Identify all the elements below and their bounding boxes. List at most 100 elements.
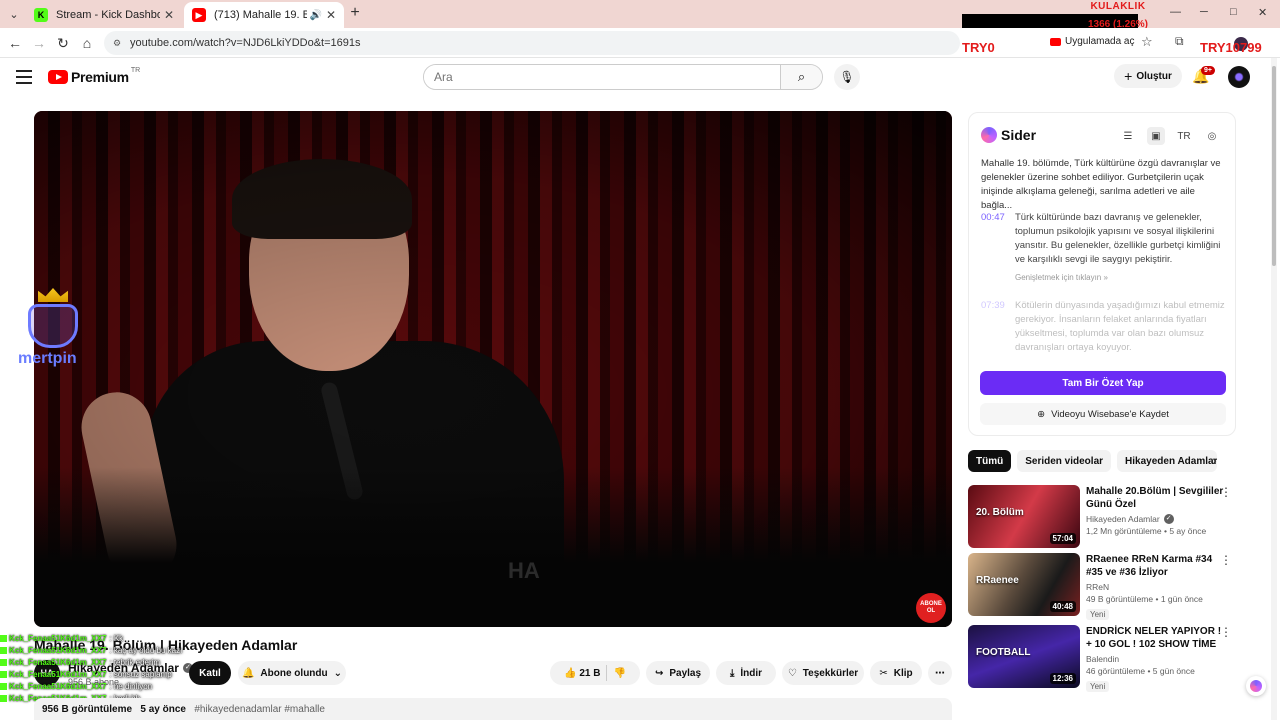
search-icon[interactable]: ⌕ xyxy=(780,65,822,89)
upload-age: 5 gün önce xyxy=(1152,666,1195,676)
minimize-icon[interactable]: — xyxy=(1170,6,1181,18)
channel-line: Hikayeden Adamlar ✓ xyxy=(1086,514,1224,524)
plus-icon: + xyxy=(1124,68,1133,84)
menu-icon[interactable] xyxy=(16,70,32,84)
address-bar[interactable]: ⚙ youtube.com/watch?v=NJD6LkiYDDo&t=1691… xyxy=(104,31,960,55)
home-icon[interactable]: ⌂ xyxy=(78,34,96,52)
save-label: Videoyu Wisebase'e Kaydet xyxy=(1051,408,1169,420)
list-view-icon[interactable]: ☰ xyxy=(1119,127,1137,145)
video-thumbnail[interactable]: RRaenee 40:48 xyxy=(968,553,1080,616)
close-window-icon[interactable]: ✕ xyxy=(1258,6,1267,19)
timestamp-text: Kötülerin dünyasında yaşadığımızı kabul … xyxy=(1015,300,1225,353)
like-button[interactable]: 👍 21 B xyxy=(564,668,600,679)
view-count: 1,2 Mn görüntüleme xyxy=(1086,526,1162,536)
download-label: İndir xyxy=(740,667,763,679)
extensions-icon[interactable]: ⧉ xyxy=(1175,34,1184,49)
recommended-video[interactable]: FOOTBALL 12:36 ENDRİCK NELER YAPIYOR ! +… xyxy=(968,625,1236,692)
logo-word: Premium xyxy=(71,69,129,85)
create-button[interactable]: + Oluştur xyxy=(1114,64,1182,88)
more-options-icon[interactable]: ⋮ xyxy=(1220,625,1232,639)
channel-name[interactable]: Hikayeden Adamlar xyxy=(1086,514,1160,524)
more-options-icon[interactable]: ⋮ xyxy=(1220,553,1232,567)
open-in-app-button[interactable]: Uygulamada aç xyxy=(1050,36,1134,47)
video-title[interactable]: ENDRİCK NELER YAPIYOR ! + 10 GOL ! 102 S… xyxy=(1086,625,1224,651)
download-button[interactable]: ⤓ İndir xyxy=(716,661,776,685)
tab-kick-dashboard[interactable]: K Stream - Kick Dashboard ✕ xyxy=(26,2,182,28)
more-options-icon[interactable]: ⋮ xyxy=(1220,485,1232,499)
reload-icon[interactable]: ↻ xyxy=(54,34,72,52)
speaker-icon[interactable]: 🔊 xyxy=(309,10,321,21)
thumbnail-label: RRaenee xyxy=(976,575,1019,586)
language-toggle[interactable]: TR xyxy=(1175,127,1193,145)
account-avatar[interactable] xyxy=(1228,66,1250,88)
microphone-icon[interactable]: 🎙 xyxy=(834,64,860,90)
timestamp-link[interactable]: 07:39 xyxy=(981,299,1005,313)
search-input[interactable] xyxy=(424,65,780,89)
expand-link[interactable]: Genişletmek için tıklayın » xyxy=(1015,271,1227,285)
sider-timestamp-item[interactable]: 07:39 Kötülerin dünyasında yaşadığımızı … xyxy=(981,299,1227,355)
video-title[interactable]: Mahalle 20.Bölüm | Sevgililer Günü Özel xyxy=(1086,485,1224,511)
recommended-video[interactable]: RRaenee 40:48 RRaenee RReN Karma #34 #35… xyxy=(968,553,1236,620)
close-icon[interactable]: ✕ xyxy=(164,8,174,22)
full-summary-button[interactable]: Tam Bir Özet Yap xyxy=(980,371,1226,395)
channel-line: Balendin xyxy=(1086,654,1224,664)
thanks-label: Teşekkürler xyxy=(802,667,859,679)
forward-icon[interactable]: → xyxy=(30,34,48,52)
more-actions-icon[interactable]: ⋯ xyxy=(928,661,952,685)
settings-icon[interactable]: ◎ xyxy=(1203,127,1221,145)
site-info-icon[interactable]: ⚙ xyxy=(110,36,124,50)
close-icon[interactable]: ✕ xyxy=(326,8,336,22)
heart-dollar-icon: ♡ xyxy=(787,667,797,679)
video-thumbnail[interactable]: 20. Bölüm 57:04 xyxy=(968,485,1080,548)
new-tab-button[interactable]: + xyxy=(346,4,364,22)
chevron-down-icon: ⌄ xyxy=(333,667,343,679)
thanks-button[interactable]: ♡ Teşekkürler xyxy=(782,661,864,685)
bookmark-star-icon[interactable]: ☆ xyxy=(1141,34,1153,50)
video-player[interactable]: HA ABONE OL xyxy=(34,111,952,627)
video-title[interactable]: RRaenee RReN Karma #34 #35 ve #36 İzliyo… xyxy=(1086,553,1224,579)
timestamp-link[interactable]: 00:47 xyxy=(981,211,1005,225)
sider-timestamp-item[interactable]: 00:47 Türk kültüründe bazı davranış ve g… xyxy=(981,211,1227,285)
youtube-header: Premium TR ⌕ 🎙 + Oluştur 🔔 9+ xyxy=(0,58,1280,98)
share-button[interactable]: ↪ Paylaş xyxy=(646,661,710,685)
open-in-app-label: Uygulamada aç xyxy=(1065,36,1135,47)
recommended-video[interactable]: 20. Bölüm 57:04 Mahalle 20.Bölüm | Sevgi… xyxy=(968,485,1236,549)
minimize-icon[interactable]: ─ xyxy=(1200,6,1208,18)
subscribe-watermark-badge[interactable]: ABONE OL xyxy=(916,593,946,623)
chip-channel[interactable]: Hikayeden Adamlar a xyxy=(1117,450,1218,472)
overlay-title: KULAKLIK xyxy=(1090,1,1146,12)
tab-youtube-video[interactable]: ▶ (713) Mahalle 19. Bölüm | H 🔊 ✕ xyxy=(184,2,344,28)
back-icon[interactable]: ← xyxy=(6,34,24,52)
hashtags[interactable]: #hikayedenadamlar #mahalle xyxy=(194,704,325,715)
chip-series[interactable]: Seriden videolar xyxy=(1017,450,1112,472)
video-duration: 12:36 xyxy=(1049,673,1076,684)
save-to-wisebase-button[interactable]: ⊕ Videoyu Wisebase'e Kaydet xyxy=(980,403,1226,425)
video-info: Mahalle 20.Bölüm | Sevgililer Günü Özel … xyxy=(1086,485,1224,536)
sider-floating-button[interactable] xyxy=(1246,676,1266,696)
page-scrollbar[interactable] xyxy=(1271,58,1277,720)
card-view-icon[interactable]: ▣ xyxy=(1147,127,1165,145)
like-count: 21 B xyxy=(579,667,601,679)
tab-search-icon[interactable]: ⌄ xyxy=(4,4,24,24)
video-thumbnail[interactable]: FOOTBALL 12:36 xyxy=(968,625,1080,688)
view-count: 49 B görüntüleme xyxy=(1086,594,1154,604)
sider-brain-icon xyxy=(981,127,997,143)
youtube-play-icon xyxy=(48,70,68,84)
dislike-icon[interactable]: 👎 xyxy=(613,668,625,679)
chat-user: Kck_Fenaa51K6d1m_XX7 xyxy=(9,645,107,655)
sider-logo: Sider xyxy=(981,127,1036,143)
share-icon: ↪ xyxy=(654,667,664,679)
chip-all[interactable]: Tümü xyxy=(968,450,1012,472)
thumbnail-label: FOOTBALL xyxy=(976,647,1031,658)
maximize-icon[interactable]: □ xyxy=(1230,6,1237,18)
chevron-right-icon[interactable]: › xyxy=(1212,452,1217,468)
channel-name[interactable]: RReN xyxy=(1086,582,1109,592)
chat-text: : Kk xyxy=(109,633,124,643)
subscribed-button[interactable]: 🔔 Abone olundu ⌄ xyxy=(238,661,346,685)
youtube-premium-logo[interactable]: Premium TR xyxy=(48,67,140,85)
scrollbar-thumb[interactable] xyxy=(1272,66,1276,266)
clip-button[interactable]: ✂ Klip xyxy=(870,661,922,685)
video-info: ENDRİCK NELER YAPIYOR ! + 10 GOL ! 102 S… xyxy=(1086,625,1224,694)
channel-name[interactable]: Balendin xyxy=(1086,654,1119,664)
description-box[interactable]: 956 B görüntüleme 5 ay önce #hikayedenad… xyxy=(34,698,952,720)
